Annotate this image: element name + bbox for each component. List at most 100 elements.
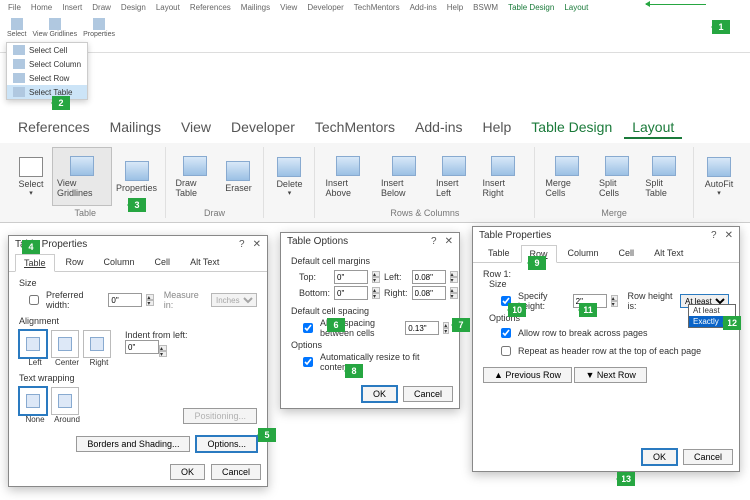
dlg3-cancel-button[interactable]: Cancel bbox=[683, 449, 733, 465]
size-label: Size bbox=[489, 279, 729, 289]
select-cell-item[interactable]: Select Cell bbox=[7, 43, 87, 57]
margin-right-field[interactable] bbox=[412, 286, 446, 300]
dlg1-tab-column[interactable]: Column bbox=[95, 253, 144, 271]
tab-developer[interactable]: Developer bbox=[303, 2, 347, 13]
margin-top-field[interactable] bbox=[334, 270, 368, 284]
big-split-table-button[interactable]: Split Table bbox=[641, 147, 687, 206]
measure-select[interactable]: Inches bbox=[211, 293, 257, 307]
marker-7: 7 bbox=[452, 318, 470, 332]
tab-bswm[interactable]: BSWM bbox=[469, 2, 502, 13]
group-label-rows-cols: Rows & Columns bbox=[321, 206, 528, 218]
big-delete-button[interactable]: Delete▾ bbox=[270, 147, 308, 206]
tab-mailings[interactable]: Mailings bbox=[237, 2, 274, 13]
tab-insert[interactable]: Insert bbox=[58, 2, 86, 13]
marker-2: 2 bbox=[52, 96, 70, 110]
big-draw-table-button[interactable]: Draw Table bbox=[172, 147, 218, 206]
tab-references[interactable]: References bbox=[186, 2, 235, 13]
help-icon[interactable]: ? bbox=[239, 239, 245, 250]
dlg1-ok-button[interactable]: OK bbox=[170, 464, 205, 480]
dlg1-cancel-button[interactable]: Cancel bbox=[211, 464, 261, 480]
big-view-gridlines-button[interactable]: View Gridlines bbox=[52, 147, 112, 206]
measure-label: Measure in: bbox=[164, 290, 207, 310]
big-insert-below-button[interactable]: Insert Below bbox=[377, 147, 430, 206]
indent-field[interactable] bbox=[125, 340, 159, 354]
tab-addins[interactable]: Add-ins bbox=[406, 2, 441, 13]
dd-at-least[interactable]: At least bbox=[689, 305, 735, 316]
align-center-option[interactable] bbox=[51, 330, 79, 358]
big-insert-right-button[interactable]: Insert Right bbox=[478, 147, 528, 206]
dlg2-cancel-button[interactable]: Cancel bbox=[403, 386, 453, 402]
align-left-option[interactable] bbox=[19, 330, 47, 358]
tab-draw[interactable]: Draw bbox=[88, 2, 115, 13]
tab-layout[interactable]: Layout bbox=[152, 2, 184, 13]
dlg1-tab-cell[interactable]: Cell bbox=[146, 253, 180, 271]
big-tab-table-design[interactable]: Table Design bbox=[523, 117, 620, 139]
tab-table-design[interactable]: Table Design bbox=[504, 2, 558, 13]
close-icon[interactable]: ✕ bbox=[725, 230, 733, 241]
positioning-button[interactable]: Positioning... bbox=[183, 408, 257, 424]
dlg2-ok-button[interactable]: OK bbox=[362, 386, 397, 402]
close-icon[interactable]: ✕ bbox=[253, 239, 261, 250]
big-split-cells-button[interactable]: Split Cells bbox=[595, 147, 639, 206]
dlg3-ok-button[interactable]: OK bbox=[642, 449, 677, 465]
dlg3-tab-cell[interactable]: Cell bbox=[610, 244, 644, 262]
align-right-option[interactable] bbox=[83, 330, 111, 358]
margin-bottom-field[interactable] bbox=[334, 286, 368, 300]
indent-label: Indent from left: bbox=[125, 330, 188, 340]
previous-row-button[interactable]: ▲ Previous Row bbox=[483, 367, 572, 383]
tab-home[interactable]: Home bbox=[27, 2, 56, 13]
marker-4: 4 bbox=[22, 240, 40, 254]
allow-break-check[interactable] bbox=[501, 328, 511, 338]
preferred-width-check[interactable] bbox=[29, 295, 39, 305]
preferred-width-field[interactable] bbox=[108, 293, 142, 307]
marker-12: 12 bbox=[723, 316, 741, 330]
dlg1-tab-table[interactable]: Table bbox=[15, 254, 55, 272]
margin-left-field[interactable] bbox=[412, 270, 446, 284]
select-table-item[interactable]: Select Table bbox=[7, 85, 87, 99]
marker-13: 13 bbox=[617, 472, 635, 486]
close-icon[interactable]: ✕ bbox=[445, 236, 453, 247]
dlg3-tab-column[interactable]: Column bbox=[559, 244, 608, 262]
big-tab-addins[interactable]: Add-ins bbox=[407, 117, 470, 139]
auto-resize-check[interactable] bbox=[303, 357, 313, 367]
row1-label: Row 1: bbox=[483, 269, 729, 279]
options-button[interactable]: Options... bbox=[196, 436, 257, 452]
wrap-none-option[interactable] bbox=[19, 387, 47, 415]
repeat-header-check[interactable] bbox=[501, 346, 511, 356]
big-insert-left-button[interactable]: Insert Left bbox=[432, 147, 476, 206]
tab-design[interactable]: Design bbox=[117, 2, 150, 13]
big-tab-help[interactable]: Help bbox=[475, 117, 520, 139]
tab-file[interactable]: File bbox=[4, 2, 25, 13]
big-insert-above-button[interactable]: Insert Above bbox=[321, 147, 375, 206]
big-autofit-button[interactable]: AutoFit▾ bbox=[700, 147, 738, 206]
dlg3-tab-table[interactable]: Table bbox=[479, 244, 519, 262]
big-tab-view[interactable]: View bbox=[173, 117, 219, 139]
wrap-label: Text wrapping bbox=[19, 373, 257, 383]
select-row-item[interactable]: Select Row bbox=[7, 71, 87, 85]
big-select-button[interactable]: Select▾ bbox=[12, 147, 50, 206]
dlg3-tab-alttext[interactable]: Alt Text bbox=[645, 244, 692, 262]
help-icon[interactable]: ? bbox=[431, 236, 437, 247]
dlg1-tab-alttext[interactable]: Alt Text bbox=[181, 253, 228, 271]
big-tab-references[interactable]: References bbox=[10, 117, 98, 139]
big-tab-mailings[interactable]: Mailings bbox=[102, 117, 169, 139]
tab-techmentors[interactable]: TechMentors bbox=[350, 2, 404, 13]
tab-view[interactable]: View bbox=[276, 2, 301, 13]
next-row-button[interactable]: ▼ Next Row bbox=[574, 367, 646, 383]
group-label-merge: Merge bbox=[541, 206, 687, 218]
borders-shading-button[interactable]: Borders and Shading... bbox=[76, 436, 190, 452]
tab-table-layout[interactable]: Layout bbox=[560, 2, 592, 13]
big-merge-cells-button[interactable]: Merge Cells bbox=[541, 147, 593, 206]
wrap-around-option[interactable] bbox=[51, 387, 79, 415]
big-tab-layout[interactable]: Layout bbox=[624, 117, 682, 139]
allow-spacing-check[interactable] bbox=[303, 323, 313, 333]
help-icon[interactable]: ? bbox=[711, 230, 717, 241]
spacing-field[interactable] bbox=[405, 321, 439, 335]
big-eraser-button[interactable]: Eraser bbox=[219, 147, 257, 206]
dlg1-tab-row[interactable]: Row bbox=[57, 253, 93, 271]
tab-help[interactable]: Help bbox=[443, 2, 467, 13]
marker-3: 3 bbox=[128, 198, 146, 212]
big-tab-developer[interactable]: Developer bbox=[223, 117, 303, 139]
big-tab-techmentors[interactable]: TechMentors bbox=[307, 117, 403, 139]
select-column-item[interactable]: Select Column bbox=[7, 57, 87, 71]
